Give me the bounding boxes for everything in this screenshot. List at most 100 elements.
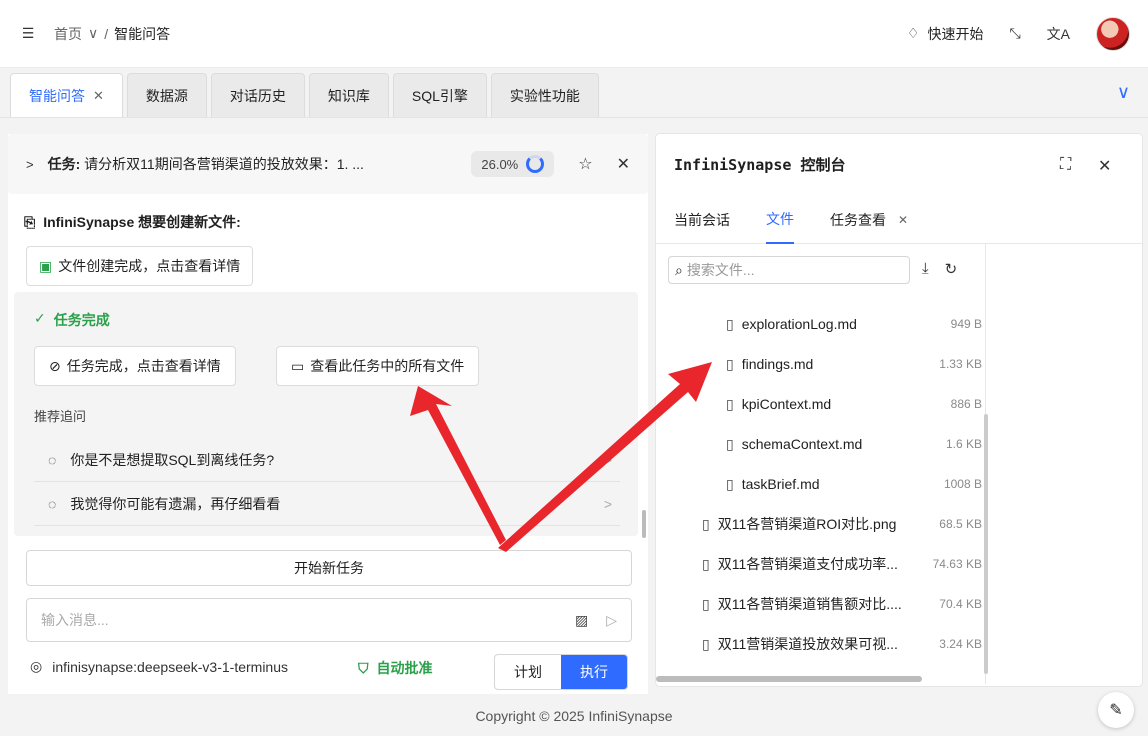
menu-icon[interactable]: ☰ [18,24,38,44]
file-item[interactable]: ▯ taskBrief.md 1008 B [656,464,982,504]
breadcrumb-home[interactable]: 首页 [54,24,82,44]
file-icon: ▯ [702,635,710,652]
file-search-input[interactable] [686,262,887,278]
progress-ring-icon [526,155,545,173]
file-icon: ▯ [726,395,734,412]
scrollbar[interactable] [984,414,988,674]
model-icon: ◎ [30,658,43,674]
message-input[interactable] [41,612,557,628]
horizontal-scrollbar[interactable] [656,676,922,682]
auto-approve-toggle[interactable]: ⛉ 自动批准 [358,658,433,678]
file-name: 双11各营销渠道支付成功率... [717,556,898,572]
file-size: 3.24 KB [939,637,982,651]
refresh-icon[interactable]: ↻ [945,260,958,278]
breadcrumb: 首页 ∨ / 智能问答 [54,24,170,44]
tab-current-session[interactable]: 当前会话 [674,196,730,244]
console-title: InfiniSynapse 控制台 [674,154,845,175]
file-icon: ▯ [702,555,710,572]
fullscreen-icon[interactable]: ⤡ [1009,25,1020,42]
model-name: infinisynapse:deepseek-v3-1-terminus [52,658,289,675]
file-name: findings.md [741,356,814,372]
avatar[interactable] [1096,16,1130,51]
mode-toggle: 计划 执行 [494,654,628,690]
task-text: 请分析双11期间各营销渠道的投放效果：1. ... [84,156,364,172]
shield-icon: ⛉ [358,659,369,676]
progress-value: 26.0% [481,156,519,172]
expand-icon[interactable]: ⛶ [1060,156,1071,174]
task-detail-button[interactable]: ⊘ 任务完成，点击查看详情 [34,346,236,386]
translate-icon[interactable]: 文A [1047,24,1070,44]
tab-history[interactable]: 对话历史 [210,73,305,117]
quick-start-button[interactable]: ♢ 快速开始 [907,24,984,44]
chat-panel: > 任务: 请分析双11期间各营销渠道的投放效果：1. ... 26.0% ☆ … [8,134,648,694]
tab-label: 知识库 [327,87,370,104]
suggestion-item[interactable]: ◌ 你是不是想提取SQL到离线任务? > [34,438,620,482]
tab-datasource[interactable]: 数据源 [126,73,207,117]
file-name: 双11各营销渠道销售额对比.... [717,596,902,612]
file-item[interactable]: ▯ 双11各营销渠道支付成功率... 74.63 KB [656,544,982,584]
top-header: ☰ 首页 ∨ / 智能问答 ♢ 快速开始 ⤡ 文A [0,0,1148,68]
chevron-down-icon[interactable]: ∨ [1117,82,1130,103]
tab-sql-engine[interactable]: SQL引擎 [392,73,487,117]
file-size: 1008 B [943,477,982,491]
create-file-label: InfiniSynapse 想要创建新文件: [43,214,241,230]
breadcrumb-current: 智能问答 [114,25,171,42]
mode-plan-button[interactable]: 计划 [495,655,561,689]
star-icon[interactable]: ☆ [578,154,592,174]
download-icon[interactable]: ⤓ [922,260,929,278]
message-input-box: ▨ ▷ [26,598,632,642]
tab-task-view[interactable]: 任务查看 ✕ [830,196,908,244]
bell-icon: ♢ [906,25,920,41]
chat-icon[interactable]: ✎ [1098,692,1134,728]
file-item[interactable]: ▯ 双11各营销渠道销售额对比.... 70.4 KB [656,584,982,624]
file-icon: ▯ [726,315,734,332]
tab-smart-qa[interactable]: 智能问答 ✕ [10,73,123,117]
tab-label: 任务查看 [830,212,886,228]
tab-experimental[interactable]: 实验性功能 [490,73,599,117]
tab-knowledge[interactable]: 知识库 [308,73,389,117]
view-all-files-label: 查看此任务中的所有文件 [310,358,465,374]
send-icon[interactable]: ▷ [606,612,617,629]
console-title-cn: 控制台 [800,156,846,174]
tab-files[interactable]: 文件 [766,196,794,244]
file-item[interactable]: ▯ kpiContext.md 886 B [656,384,982,424]
model-selector[interactable]: ◎ infinisynapse:deepseek-v3-1-terminus [30,658,288,675]
file-name: schemaContext.md [741,436,863,452]
file-name: kpiContext.md [741,396,832,412]
file-size: 68.5 KB [939,517,982,531]
task-complete-box: ✓ 任务完成 ⊘ 任务完成，点击查看详情 ▭ 查看此任务中的所有文件 推荐追问 … [14,292,638,536]
close-icon[interactable]: ✕ [93,88,104,104]
file-size: 70.4 KB [939,597,982,611]
file-icon: ▯ [726,435,734,452]
suggestion-item[interactable]: ◌ 我觉得你可能有遗漏，再仔细看看 > [34,482,620,526]
file-name: taskBrief.md [741,476,820,492]
file-created-button[interactable]: ▣ 文件创建完成，点击查看详情 [26,246,254,286]
file-item[interactable]: ▯ 双11各营销渠道ROI对比.png 68.5 KB [656,504,982,544]
file-name: 双11各营销渠道ROI对比.png [717,516,897,532]
search-icon: ⌕ [675,261,683,278]
close-icon[interactable]: ✕ [617,154,630,174]
file-item[interactable]: ▯ findings.md 1.33 KB [656,344,982,384]
file-size: 74.63 KB [932,557,982,571]
task-complete-title: ✓ 任务完成 [34,310,110,330]
view-all-files-button[interactable]: ▭ 查看此任务中的所有文件 [276,346,480,386]
main-tabs: 智能问答 ✕ 数据源 对话历史 知识库 SQL引擎 实验性功能 ∨ [0,68,1148,118]
tab-label: 智能问答 [29,87,85,104]
file-item[interactable]: ▯ schemaContext.md 1.6 KB [656,424,982,464]
task-title: 任务: 请分析双11期间各营销渠道的投放效果：1. ... [48,154,364,174]
check-icon: ✓ [34,310,46,326]
scrollbar[interactable] [642,510,646,538]
close-icon[interactable]: ✕ [898,213,908,227]
chevron-down-icon[interactable]: ∨ [88,25,98,42]
suggestion-text: 你是不是想提取SQL到离线任务? [70,451,275,468]
task-bar[interactable]: > 任务: 请分析双11期间各营销渠道的投放效果：1. ... 26.0% ☆ … [8,134,648,194]
image-icon[interactable]: ▨ [575,612,588,629]
create-file-title: ⎘ InfiniSynapse 想要创建新文件: [24,212,241,232]
close-icon[interactable]: ✕ [1098,156,1111,176]
chevron-right-icon[interactable]: > [26,157,34,172]
new-task-button[interactable]: 开始新任务 [26,550,632,586]
suggestion-text: 我觉得你可能有遗漏，再仔细看看 [70,495,281,512]
mode-exec-button[interactable]: 执行 [561,655,627,689]
file-item[interactable]: ▯ explorationLog.md 949 B [656,304,982,344]
file-item[interactable]: ▯ 双11营销渠道投放效果可视... 3.24 KB [656,624,982,664]
